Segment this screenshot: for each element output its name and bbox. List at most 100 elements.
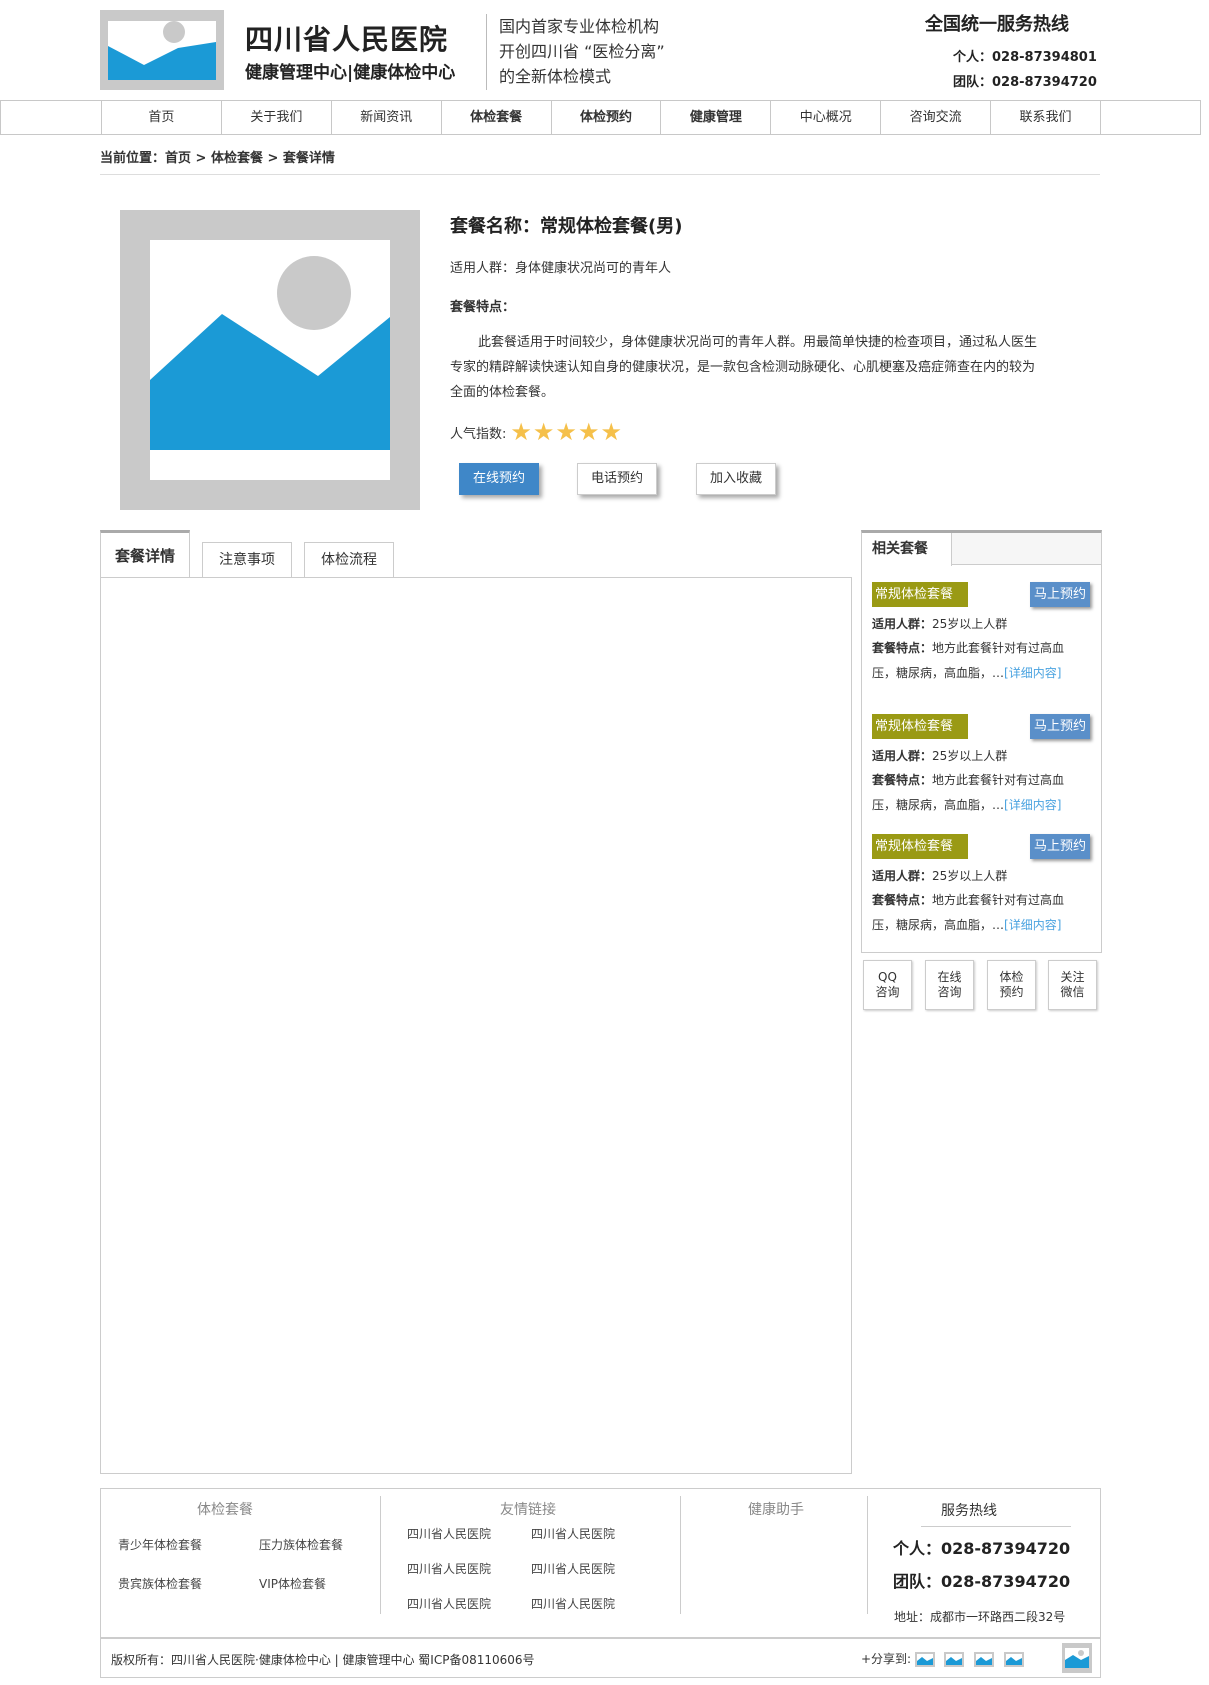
footer-link[interactable]: 压力族体检套餐 (259, 1536, 343, 1553)
related-package-name[interactable]: 常规体检套餐 (872, 582, 968, 607)
hotline-team: 团队：028-87394720 (953, 75, 1097, 90)
crowd-value: 25岁以上人群 (932, 749, 1008, 763)
footer-hotline-team: 团队：028-87394720 (893, 1572, 1071, 1591)
footer-hotline-rule (921, 1526, 1071, 1527)
crowd-value: 25岁以上人群 (932, 869, 1008, 883)
exam-booking-button[interactable]: 体检 预约 (987, 960, 1036, 1010)
footer-link[interactable]: 四川省人民医院 (407, 1595, 491, 1612)
share-image-icon[interactable] (944, 1652, 964, 1667)
star-icon: ★ (577, 418, 600, 446)
hotline-personal: 个人：028-87394801 (953, 50, 1097, 65)
feature-value: 压，糖尿病，高血脂，… (872, 666, 1005, 680)
share-more-icon[interactable] (1062, 1643, 1092, 1673)
nav-item-news[interactable]: 新闻资讯 (331, 100, 442, 135)
nav-item-contact[interactable]: 联系我们 (991, 100, 1101, 135)
popularity: 人气指数: ★ ★ ★ ★ ★ (450, 420, 623, 444)
logo-placeholder-icon[interactable] (100, 10, 224, 90)
header-divider (486, 14, 487, 90)
footer: 体检套餐 青少年体检套餐 压力族体检套餐 贵宾族体检套餐 VIP体检套餐 友情链… (100, 1488, 1101, 1638)
footer-links-title: 友情链接 (500, 1502, 556, 1518)
star-icon: ★ (555, 418, 577, 446)
related-packages-title: 相关套餐 (862, 533, 952, 566)
book-now-button[interactable]: 马上预约 (1030, 834, 1090, 859)
footer-hotline-personal: 个人：028-87394720 (893, 1539, 1071, 1558)
related-packages-header: 相关套餐 (862, 533, 1101, 566)
footer-link[interactable]: 四川省人民医院 (407, 1560, 491, 1577)
footer-link[interactable]: 青少年体检套餐 (118, 1536, 202, 1553)
online-consult-button[interactable]: 在线 咨询 (925, 960, 974, 1010)
footer-address: 地址：成都市一环路西二段32号 (894, 1610, 1066, 1624)
tab-notes[interactable]: 注意事项 (202, 542, 292, 578)
feature-label: 套餐特点： (872, 893, 933, 907)
hospital-subtitle: 健康管理中心|健康体检中心 (245, 63, 456, 83)
package-title: 套餐名称：常规体检套餐(男) (450, 216, 683, 237)
tab-process[interactable]: 体检流程 (304, 542, 394, 578)
footer-link[interactable]: VIP体检套餐 (259, 1575, 326, 1592)
nav-item-packages[interactable]: 体检套餐 (441, 100, 552, 135)
copyright-text: 版权所有：四川省人民医院·健康体检中心 | 健康管理中心 蜀ICP备081106… (111, 1653, 535, 1667)
crowd-value: 25岁以上人群 (932, 617, 1008, 631)
detail-content (100, 577, 852, 1474)
main-nav: 首页 关于我们 新闻资讯 体检套餐 体检预约 健康管理 中心概况 咨询交流 联系… (0, 100, 1201, 135)
footer-health-title: 健康助手 (748, 1502, 804, 1518)
nav-item-booking[interactable]: 体检预约 (551, 100, 662, 135)
package-image-icon (120, 210, 420, 510)
related-packages: 相关套餐 常规体检套餐 马上预约 适用人群：25岁以上人群 套餐特点：地方此套餐… (861, 530, 1102, 953)
book-now-button[interactable]: 马上预约 (1030, 714, 1090, 739)
package-description: 此套餐适用于时间较少，身体健康状况尚可的青年人群。用最简单快捷的检查项目，通过私… (450, 335, 1038, 400)
nav-item-about[interactable]: 关于我们 (221, 100, 332, 135)
hotline-title: 全国统一服务热线 (925, 14, 1069, 35)
popularity-label: 人气指数: (450, 426, 507, 442)
online-booking-button[interactable]: 在线预约 (459, 463, 539, 495)
star-icon: ★ (532, 418, 555, 446)
tab-package-detail[interactable]: 套餐详情 (100, 530, 190, 578)
related-package-name[interactable]: 常规体检套餐 (872, 714, 968, 739)
footer-link[interactable]: 四川省人民医院 (531, 1595, 615, 1612)
share-label: +分享到: (861, 1652, 912, 1666)
header: 四川省人民医院 健康管理中心|健康体检中心 国内首家专业体检机构 开创四川省 “… (100, 10, 1100, 90)
feature-value: 地方此套餐针对有过高血 (932, 773, 1065, 787)
feature-value: 压，糖尿病，高血脂，… (872, 918, 1005, 932)
nav-item-health[interactable]: 健康管理 (661, 100, 772, 135)
detail-link[interactable]: [详细内容] (1004, 918, 1061, 932)
book-now-button[interactable]: 马上预约 (1030, 582, 1090, 607)
feature-label: 套餐特点： (872, 641, 933, 655)
footer-link[interactable]: 贵宾族体检套餐 (118, 1575, 202, 1592)
footer-link[interactable]: 四川省人民医院 (531, 1560, 615, 1577)
quick-actions: QQ 咨询 在线 咨询 体检 预约 关注 微信 (863, 960, 1101, 1010)
feature-value: 地方此套餐针对有过高血 (932, 893, 1065, 907)
star-icon: ★ (510, 418, 532, 446)
popularity-stars: ★ ★ ★ ★ ★ (510, 420, 623, 444)
copyright-bar: 版权所有：四川省人民医院·健康体检中心 | 健康管理中心 蜀ICP备081106… (100, 1638, 1101, 1678)
detail-link[interactable]: [详细内容] (1004, 666, 1061, 680)
hospital-name: 四川省人民医院 (245, 23, 449, 56)
footer-packages-title: 体检套餐 (197, 1502, 253, 1518)
slogan-line: 的全新体检模式 (499, 67, 612, 86)
breadcrumb: 当前位置：首页 > 体检套餐 > 套餐详情 (100, 147, 1100, 175)
qq-consult-button[interactable]: QQ 咨询 (863, 960, 912, 1010)
footer-link[interactable]: 四川省人民医院 (407, 1525, 491, 1542)
share-image-icon[interactable] (915, 1652, 935, 1667)
nav-items: 首页 关于我们 新闻资讯 体检套餐 体检预约 健康管理 中心概况 咨询交流 联系… (101, 100, 1101, 135)
footer-divider (867, 1496, 868, 1614)
footer-divider (380, 1496, 381, 1614)
crowd-label: 适用人群： (872, 749, 933, 763)
footer-divider (680, 1496, 681, 1614)
slogan: 国内首家专业体检机构 开创四川省 “医检分离” 的全新体检模式 (499, 14, 665, 89)
star-icon: ★ (600, 418, 622, 446)
detail-tabs: 套餐详情 注意事项 体检流程 (100, 530, 852, 578)
nav-item-consult[interactable]: 咨询交流 (881, 100, 992, 135)
nav-item-center[interactable]: 中心概况 (771, 100, 882, 135)
share-image-icon[interactable] (1004, 1652, 1024, 1667)
phone-booking-button[interactable]: 电话预约 (577, 463, 657, 495)
follow-wechat-button[interactable]: 关注 微信 (1048, 960, 1097, 1010)
share-image-icon[interactable] (974, 1652, 994, 1667)
package-features-label: 套餐特点： (450, 300, 516, 315)
nav-item-home[interactable]: 首页 (102, 100, 222, 135)
detail-link[interactable]: [详细内容] (1004, 798, 1061, 812)
related-package-name[interactable]: 常规体检套餐 (872, 834, 968, 859)
feature-label: 套餐特点： (872, 773, 933, 787)
add-favorite-button[interactable]: 加入收藏 (696, 463, 776, 495)
footer-link[interactable]: 四川省人民医院 (531, 1525, 615, 1542)
slogan-line: 国内首家专业体检机构 (499, 17, 660, 36)
